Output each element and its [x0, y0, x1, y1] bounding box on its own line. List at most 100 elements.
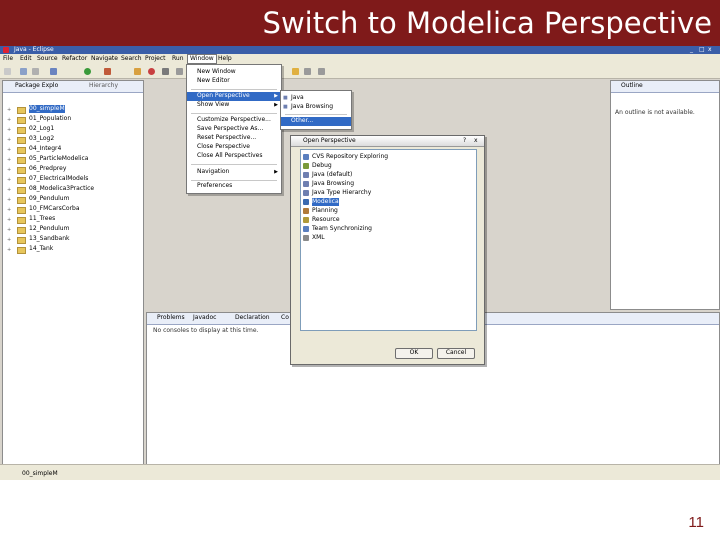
- menu-item-reset-perspective[interactable]: Reset Perspective...: [187, 134, 281, 143]
- window-menu: New Window New Editor Open Perspective ▶ …: [186, 64, 282, 194]
- submenu-arrow-icon: ▶: [274, 102, 278, 108]
- menu-separator: [191, 180, 277, 181]
- submenu-arrow-icon: ▶: [274, 93, 278, 99]
- menu-separator: [191, 113, 277, 114]
- last-edit-icon[interactable]: [292, 68, 299, 75]
- project-folder-icon: [17, 137, 26, 144]
- menu-run[interactable]: Run: [172, 55, 184, 63]
- submenu-arrow-icon: ▶: [274, 169, 278, 175]
- java-icon: ■: [283, 95, 288, 101]
- dialog-title-bar: Open Perspective ? x: [291, 136, 484, 147]
- project-folder-icon: [17, 127, 26, 134]
- minimize-button[interactable]: _: [690, 46, 693, 54]
- submenu-item-java[interactable]: ■ Java: [281, 94, 351, 103]
- menu-item-save-perspective[interactable]: Save Perspective As...: [187, 125, 281, 134]
- menu-help[interactable]: Help: [218, 55, 232, 63]
- submenu-item-other[interactable]: Other...: [281, 117, 351, 126]
- ok-button[interactable]: OK: [395, 348, 433, 359]
- outline-tabs: Outline: [611, 81, 719, 93]
- menu-item-close-all-perspectives[interactable]: Close All Perspectives: [187, 152, 281, 161]
- tab-problems[interactable]: Problems: [157, 314, 185, 322]
- tab-declaration[interactable]: Declaration: [235, 314, 270, 322]
- slide-title: Switch to Modelica Perspective: [262, 6, 712, 40]
- outline-message: An outline is not available.: [615, 109, 695, 116]
- tab-outline[interactable]: Outline: [621, 82, 643, 90]
- page-number: 11: [688, 514, 704, 531]
- print-icon[interactable]: [32, 68, 39, 75]
- open-perspective-submenu: ■ Java ■ Java Browsing Other...: [280, 90, 352, 130]
- menu-item-open-perspective[interactable]: Open Perspective ▶: [187, 92, 281, 101]
- package-explorer-view: Package Explo Hierarchy +00_simpleM +01_…: [2, 80, 144, 474]
- help-icon[interactable]: ?: [463, 137, 466, 145]
- java-browsing-icon: ■: [283, 104, 288, 110]
- menu-navigate[interactable]: Navigate: [91, 55, 118, 63]
- eclipse-screenshot: Java - Eclipse _ □ x File Edit Source Re…: [0, 46, 720, 480]
- menu-search[interactable]: Search: [121, 55, 142, 63]
- save-icon[interactable]: [20, 68, 27, 75]
- menu-source[interactable]: Source: [37, 55, 58, 63]
- xml-icon: [303, 235, 309, 241]
- team-sync-icon: [303, 226, 309, 232]
- java-icon: [303, 172, 309, 178]
- menu-window[interactable]: Window: [187, 54, 217, 64]
- menu-item-close-perspective[interactable]: Close Perspective: [187, 143, 281, 152]
- toolbar: [0, 64, 720, 97]
- outline-view: Outline An outline is not available.: [610, 80, 720, 310]
- window-title: Java - Eclipse: [14, 46, 54, 53]
- menu-item-preferences[interactable]: Preferences: [187, 182, 281, 191]
- new-icon[interactable]: [4, 68, 11, 75]
- project-folder-icon: [17, 217, 26, 224]
- window-title-bar: Java - Eclipse _ □ x: [0, 46, 720, 54]
- project-folder-icon: [17, 237, 26, 244]
- menu-item-navigation[interactable]: Navigation ▶: [187, 168, 281, 177]
- forward-icon[interactable]: [318, 68, 325, 75]
- menu-item-customize-perspective[interactable]: Customize Perspective...: [187, 116, 281, 125]
- planning-icon: [303, 208, 309, 214]
- perspective-list[interactable]: CVS Repository Exploring Debug Java (def…: [300, 149, 477, 331]
- dialog-title: Open Perspective: [303, 137, 356, 144]
- close-icon[interactable]: x: [474, 137, 478, 145]
- project-folder-icon: [17, 227, 26, 234]
- new-package-icon[interactable]: [134, 68, 141, 75]
- submenu-item-java-browsing[interactable]: ■ Java Browsing: [281, 103, 351, 112]
- new-class-icon[interactable]: [148, 68, 155, 75]
- back-icon[interactable]: [304, 68, 311, 75]
- project-folder-icon: [17, 147, 26, 154]
- tab-console[interactable]: Co: [281, 314, 289, 322]
- menu-bar: File Edit Source Refactor Navigate Searc…: [0, 54, 720, 64]
- close-window-button[interactable]: x: [708, 46, 712, 54]
- hierarchy-icon: [303, 190, 309, 196]
- tab-package-explorer[interactable]: Package Explo: [15, 82, 58, 90]
- package-explorer-tabs: Package Explo Hierarchy: [3, 81, 143, 93]
- menu-separator: [285, 114, 347, 115]
- cancel-button[interactable]: Cancel: [437, 348, 475, 359]
- menu-refactor[interactable]: Refactor: [62, 55, 87, 63]
- console-message: No consoles to display at this time.: [153, 327, 259, 334]
- project-folder-icon: [17, 247, 26, 254]
- status-bar: 00_simpleM: [0, 464, 720, 480]
- menu-item-new-editor[interactable]: New Editor: [187, 77, 281, 86]
- open-type-icon[interactable]: [162, 68, 169, 75]
- modelica-icon: [303, 199, 309, 205]
- menu-file[interactable]: File: [3, 55, 13, 63]
- debug-icon: [303, 163, 309, 169]
- menu-item-new-window[interactable]: New Window: [187, 68, 281, 77]
- tab-hierarchy[interactable]: Hierarchy: [89, 82, 118, 90]
- menu-project[interactable]: Project: [145, 55, 166, 63]
- open-perspective-dialog: Open Perspective ? x CVS Repository Expl…: [290, 135, 485, 365]
- run-icon[interactable]: [84, 68, 91, 75]
- cvs-icon: [303, 154, 309, 160]
- project-folder-icon: [17, 177, 26, 184]
- menu-separator: [191, 164, 277, 165]
- slide-title-bar: Switch to Modelica Perspective: [0, 0, 720, 46]
- menu-edit[interactable]: Edit: [20, 55, 32, 63]
- eclipse-app-icon: [3, 47, 9, 53]
- search-icon[interactable]: [176, 68, 183, 75]
- external-tools-icon[interactable]: [104, 68, 111, 75]
- maximize-button[interactable]: □: [699, 46, 705, 54]
- menu-item-show-view[interactable]: Show View ▶: [187, 101, 281, 110]
- project-folder-icon: [17, 117, 26, 124]
- java-browsing-icon: [303, 181, 309, 187]
- tab-javadoc[interactable]: Javadoc: [193, 314, 216, 322]
- debug-icon[interactable]: [50, 68, 57, 75]
